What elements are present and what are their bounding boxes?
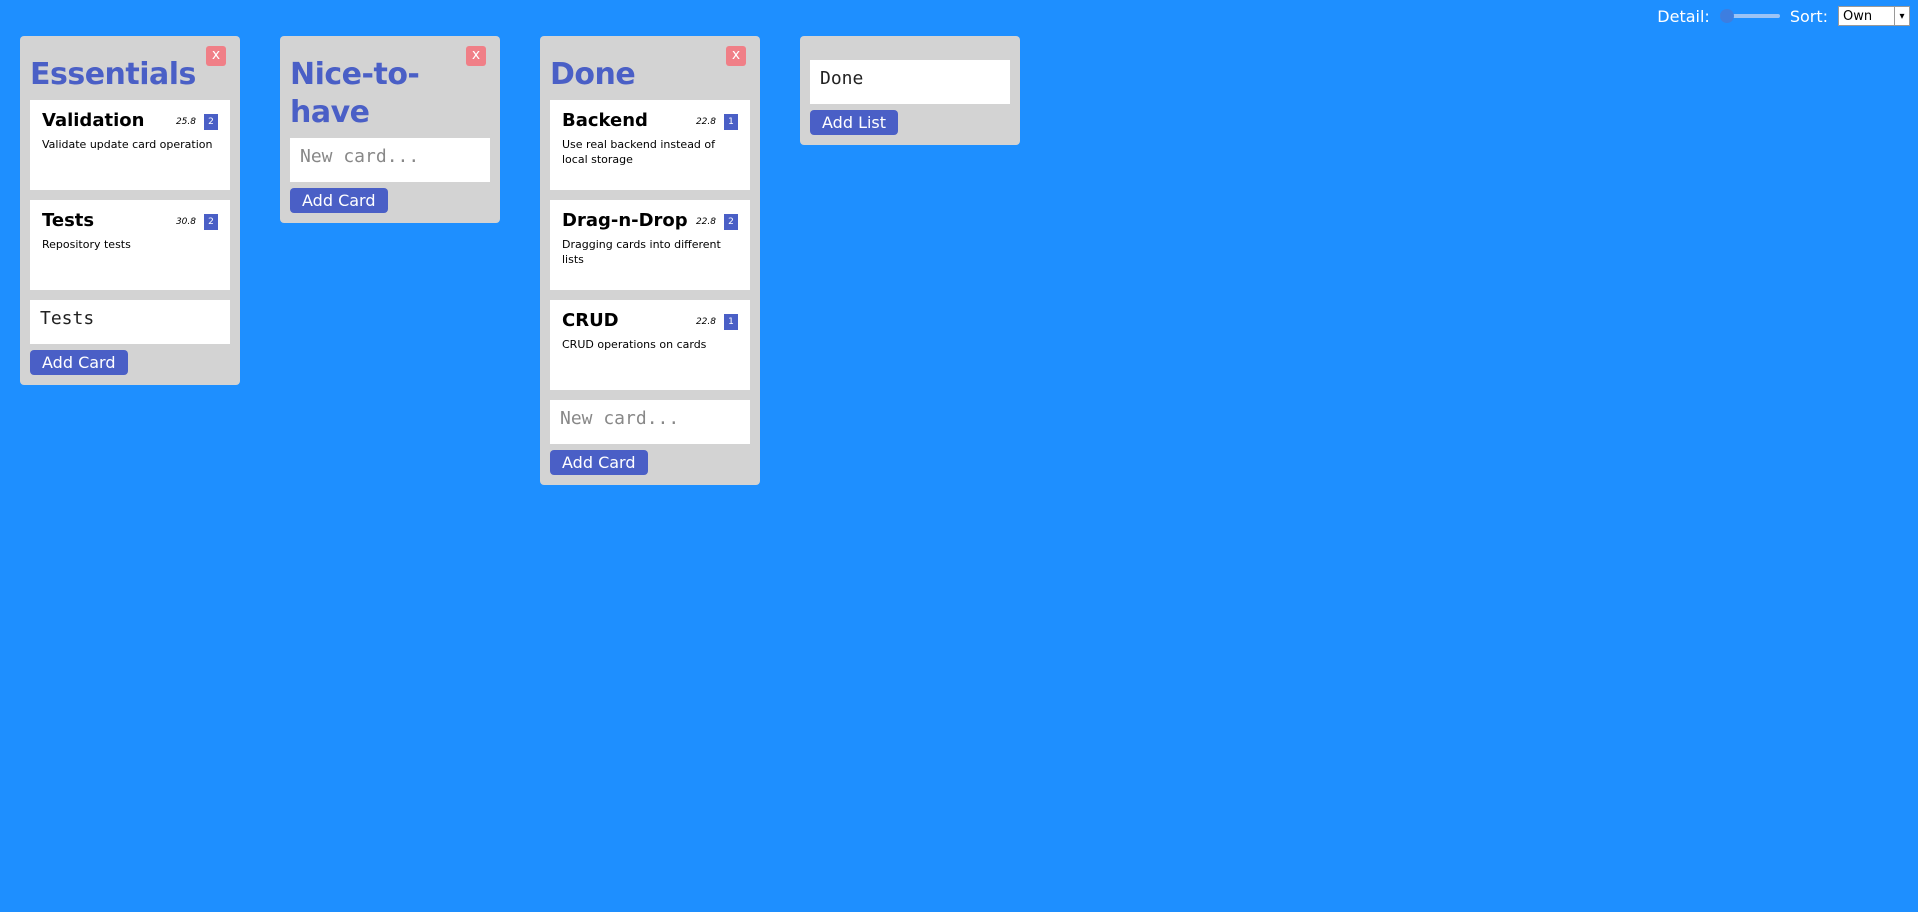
sort-select[interactable]: Own ▾ [1838, 6, 1910, 26]
card[interactable]: Validation 25.8 2 Validate update card o… [30, 100, 230, 190]
close-list-button[interactable]: x [726, 46, 746, 66]
card-description: Use real backend instead of local storag… [562, 138, 716, 166]
add-card-button[interactable]: Add Card [30, 350, 128, 375]
detail-slider[interactable] [1719, 8, 1780, 24]
close-list-button[interactable]: x [206, 46, 226, 66]
detail-slider-thumb[interactable] [1719, 9, 1734, 23]
add-card-button[interactable]: Add Card [550, 450, 648, 475]
card-count-badge: 2 [724, 214, 738, 230]
chevron-down-icon[interactable]: ▾ [1894, 7, 1909, 25]
close-list-button[interactable]: x [466, 46, 486, 66]
card[interactable]: CRUD 22.8 1 CRUD operations on cards [550, 300, 750, 390]
add-card-button[interactable]: Add Card [290, 188, 388, 213]
card-count-badge: 2 [204, 214, 218, 230]
card-description: Repository tests [42, 238, 131, 251]
new-card-input[interactable]: New card... [550, 400, 750, 444]
list-title: Nice-to-have [290, 57, 420, 130]
list-nice-to-have: x Nice-to-have New card... Add Card [280, 36, 500, 223]
card-meta: 30.8 2 [176, 214, 218, 230]
card-meta: 22.8 2 [696, 214, 738, 230]
list-title: Done [550, 57, 636, 92]
new-card-input[interactable]: Tests [30, 300, 230, 344]
card[interactable]: Drag-n-Drop 22.8 2 Dragging cards into d… [550, 200, 750, 290]
detail-label: Detail: [1657, 6, 1710, 26]
card-meta: 22.8 1 [696, 314, 738, 330]
sort-selected-value: Own [1843, 8, 1873, 24]
add-list-button[interactable]: Add List [810, 110, 899, 135]
card-meta: 25.8 2 [176, 114, 218, 130]
new-list-input[interactable]: Done [810, 60, 1010, 104]
card-meta: 22.8 1 [696, 114, 738, 130]
card[interactable]: Tests 30.8 2 Repository tests [30, 200, 230, 290]
list-done: x Done Backend 22.8 1 Use real backend i… [540, 36, 760, 485]
card-date: 22.8 [695, 217, 716, 227]
card-description: CRUD operations on cards [562, 338, 707, 351]
card-date: 25.8 [175, 117, 196, 127]
card-date: 22.8 [695, 117, 716, 127]
new-card-input[interactable]: New card... [290, 138, 490, 182]
card-description: Dragging cards into different lists [562, 238, 721, 266]
list-essentials: x Essentials Validation 25.8 2 Validate … [20, 36, 240, 385]
toolbar: Detail: Sort: Own ▾ [1657, 6, 1910, 26]
card-count-badge: 1 [724, 114, 738, 130]
card-date: 30.8 [175, 217, 196, 227]
card-description: Validate update card operation [42, 138, 213, 151]
card[interactable]: Backend 22.8 1 Use real backend instead … [550, 100, 750, 190]
sort-label: Sort: [1789, 6, 1828, 26]
card-date: 22.8 [695, 317, 716, 327]
list-title: Essentials [30, 57, 196, 92]
card-count-badge: 2 [204, 114, 218, 130]
card-count-badge: 1 [724, 314, 738, 330]
new-list-panel: Done Add List [800, 36, 1020, 145]
